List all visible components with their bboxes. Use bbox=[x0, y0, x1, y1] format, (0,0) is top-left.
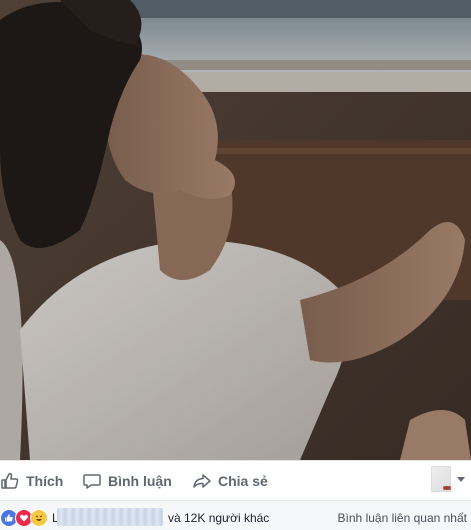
post-action-bar: Thích Bình luận Chia sẻ bbox=[0, 460, 471, 500]
reactions-summary: L và 12K người khác Bình luận liên quan … bbox=[0, 500, 471, 530]
thumbs-up-icon bbox=[5, 514, 13, 522]
reaction-icons[interactable] bbox=[0, 509, 48, 527]
like-label: Thích bbox=[26, 473, 64, 489]
post-photo-illustration bbox=[0, 0, 471, 460]
share-arrow-icon bbox=[193, 474, 211, 488]
heart-icon bbox=[20, 514, 28, 522]
share-button[interactable]: Chia sẻ bbox=[192, 461, 268, 501]
chevron-down-icon bbox=[457, 476, 465, 482]
comment-label: Bình luận bbox=[108, 473, 172, 489]
like-button[interactable]: Thích bbox=[0, 461, 63, 501]
avatar bbox=[431, 466, 451, 492]
reactor-name-redacted bbox=[57, 508, 163, 526]
laughing-face-icon bbox=[35, 515, 43, 521]
haha-reaction-icon bbox=[30, 509, 48, 527]
speech-bubble-icon bbox=[83, 474, 101, 489]
post-photo[interactable] bbox=[0, 0, 471, 460]
thumbs-up-icon bbox=[1, 472, 19, 489]
comment-sort-dropdown[interactable]: Bình luận liên quan nhất bbox=[338, 511, 467, 525]
share-label: Chia sẻ bbox=[218, 473, 268, 489]
comment-button[interactable]: Bình luận bbox=[82, 461, 172, 501]
post-as-selector[interactable] bbox=[431, 465, 465, 493]
reactor-others-count[interactable]: và 12K người khác bbox=[168, 511, 269, 525]
avatar-badge bbox=[443, 486, 451, 490]
facebook-post: Thích Bình luận Chia sẻ L và 12K người k… bbox=[0, 0, 471, 530]
